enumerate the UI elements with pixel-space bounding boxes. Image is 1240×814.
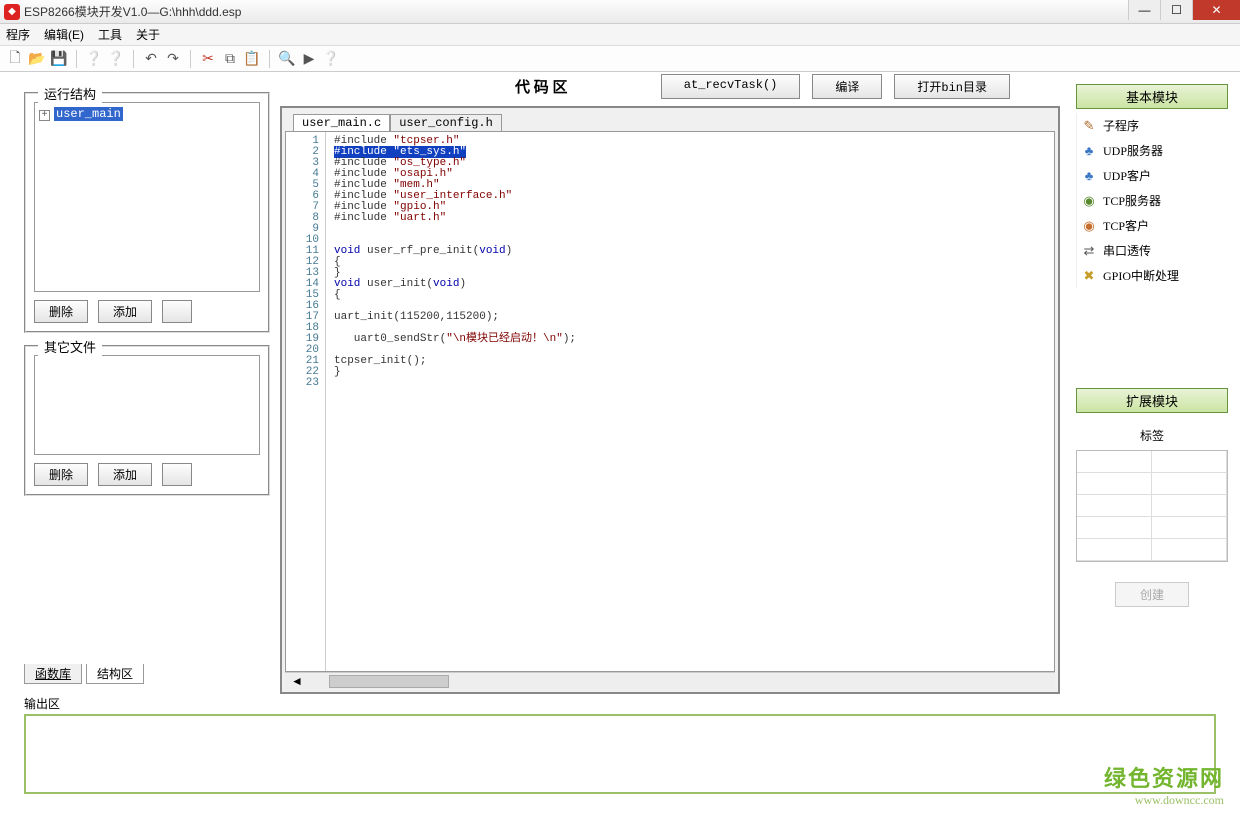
tab-user-config-h[interactable]: user_config.h bbox=[390, 114, 502, 131]
maximize-button[interactable]: ☐ bbox=[1160, 0, 1192, 20]
title-bar: ◆ ESP8266模块开发V1.0—G:\hhh\ddd.esp — ☐ ✕ bbox=[0, 0, 1240, 24]
delete-file-button[interactable]: 删除 bbox=[34, 463, 88, 486]
code-area-title: 代 码 区 bbox=[515, 76, 568, 97]
tags-label: 标签 bbox=[1076, 427, 1228, 444]
run-icon[interactable]: ▶ bbox=[300, 50, 318, 68]
minimize-button[interactable]: — bbox=[1128, 0, 1160, 20]
separator bbox=[133, 50, 134, 68]
module-item-3[interactable]: ◉ TCP服务器 bbox=[1077, 188, 1228, 213]
line-gutter: 1234567891011121314151617181920212223 bbox=[286, 132, 326, 671]
output-label: 输出区 bbox=[24, 695, 1216, 712]
module-label: 子程序 bbox=[1103, 117, 1139, 134]
watermark: 绿色资源网 www.downcc.com bbox=[1104, 761, 1224, 808]
create-button[interactable]: 创建 bbox=[1115, 582, 1189, 607]
separator bbox=[76, 50, 77, 68]
window-title: ESP8266模块开发V1.0—G:\hhh\ddd.esp bbox=[24, 3, 241, 20]
module-icon: ♣ bbox=[1081, 168, 1097, 184]
basic-modules-header: 基本模块 bbox=[1076, 84, 1228, 109]
center-panel: 代 码 区 at_recvTask() 编译 打开bin目录 user_main… bbox=[280, 72, 1070, 694]
new-file-icon[interactable]: 🗋 bbox=[6, 50, 24, 68]
horizontal-scrollbar[interactable]: ◄ bbox=[285, 672, 1055, 689]
module-item-4[interactable]: ◉ TCP客户 bbox=[1077, 213, 1228, 238]
compile-button[interactable]: 编译 bbox=[812, 74, 882, 99]
save-icon[interactable]: 💾 bbox=[50, 50, 68, 68]
ext-modules-header: 扩展模块 bbox=[1076, 388, 1228, 413]
output-area: 输出区 bbox=[24, 695, 1216, 794]
undo-icon[interactable]: ↶ bbox=[142, 50, 160, 68]
blank-button-1[interactable] bbox=[162, 300, 192, 323]
left-tab-bar: 函数库 结构区 bbox=[24, 650, 270, 684]
module-item-5[interactable]: ⇄ 串口透传 bbox=[1077, 238, 1228, 263]
find-icon[interactable]: 🔍 bbox=[278, 50, 296, 68]
module-label: TCP服务器 bbox=[1103, 192, 1161, 209]
code-body[interactable]: #include "tcpser.h" #include "ets_sys.h"… bbox=[326, 132, 1054, 671]
code-editor[interactable]: 1234567891011121314151617181920212223 #i… bbox=[285, 131, 1055, 672]
tags-table[interactable] bbox=[1076, 450, 1228, 562]
basic-modules-list: ✎ 子程序 ♣ UDP服务器 ♣ UDP客户 ◉ TCP服务器 ◉ TCP客户 ⇄ 串口透传 ✖ GPIO… bbox=[1076, 113, 1228, 288]
structure-tree[interactable]: + user_main bbox=[34, 102, 260, 292]
module-icon: ◉ bbox=[1081, 193, 1097, 209]
blank-button-2[interactable] bbox=[162, 463, 192, 486]
menu-program[interactable]: 程序 bbox=[6, 26, 30, 43]
module-icon: ◉ bbox=[1081, 218, 1097, 234]
output-box[interactable] bbox=[24, 714, 1216, 794]
separator bbox=[190, 50, 191, 68]
help3-icon[interactable]: ❔ bbox=[322, 50, 340, 68]
cut-icon[interactable]: ✂ bbox=[199, 50, 217, 68]
module-label: GPIO中断处理 bbox=[1103, 267, 1179, 284]
recv-task-button[interactable]: at_recvTask() bbox=[661, 74, 801, 99]
module-icon: ⇄ bbox=[1081, 243, 1097, 259]
menu-edit[interactable]: 编辑(E) bbox=[44, 26, 84, 43]
module-icon: ♣ bbox=[1081, 143, 1097, 159]
module-label: UDP服务器 bbox=[1103, 142, 1163, 159]
right-panel: 基本模块 ✎ 子程序 ♣ UDP服务器 ♣ UDP客户 ◉ TCP服务器 ◉ TCP客户 ⇄ 串口透传… bbox=[1070, 72, 1240, 694]
tab-funclib[interactable]: 函数库 bbox=[24, 664, 82, 684]
editor-frame: user_main.c user_config.h 12345678910111… bbox=[280, 106, 1060, 694]
delete-structure-button[interactable]: 删除 bbox=[34, 300, 88, 323]
open-bin-button[interactable]: 打开bin目录 bbox=[894, 74, 1010, 99]
run-structure-title: 运行结构 bbox=[38, 84, 102, 103]
module-item-2[interactable]: ♣ UDP客户 bbox=[1077, 163, 1228, 188]
add-structure-button[interactable]: 添加 bbox=[98, 300, 152, 323]
module-item-1[interactable]: ♣ UDP服务器 bbox=[1077, 138, 1228, 163]
open-file-icon[interactable]: 📂 bbox=[28, 50, 46, 68]
redo-icon[interactable]: ↷ bbox=[164, 50, 182, 68]
other-files-list[interactable] bbox=[34, 355, 260, 455]
module-icon: ✖ bbox=[1081, 268, 1097, 284]
help1-icon[interactable]: ❔ bbox=[85, 50, 103, 68]
module-label: 串口透传 bbox=[1103, 242, 1151, 259]
toolbar: 🗋 📂 💾 ❔ ❔ ↶ ↷ ✂ ⧉ 📋 🔍 ▶ ❔ bbox=[0, 46, 1240, 72]
app-icon: ◆ bbox=[4, 4, 20, 20]
menu-tools[interactable]: 工具 bbox=[98, 26, 122, 43]
tab-struct[interactable]: 结构区 bbox=[86, 664, 144, 684]
tree-item-user-main[interactable]: user_main bbox=[54, 107, 123, 121]
left-panel: 运行结构 + user_main 删除 添加 其它文件 删除 添加 函数库 结构区 bbox=[0, 72, 280, 694]
run-structure-panel: 运行结构 +user_main 删除 添加 bbox=[24, 92, 270, 333]
paste-icon[interactable]: 📋 bbox=[243, 50, 261, 68]
tree-expand-icon[interactable]: + bbox=[39, 110, 50, 121]
help2-icon[interactable]: ❔ bbox=[107, 50, 125, 68]
copy-icon[interactable]: ⧉ bbox=[221, 50, 239, 68]
other-files-title: 其它文件 bbox=[38, 337, 102, 356]
close-button[interactable]: ✕ bbox=[1192, 0, 1240, 20]
module-label: UDP客户 bbox=[1103, 167, 1151, 184]
add-file-button[interactable]: 添加 bbox=[98, 463, 152, 486]
separator bbox=[269, 50, 270, 68]
module-item-0[interactable]: ✎ 子程序 bbox=[1077, 113, 1228, 138]
module-label: TCP客户 bbox=[1103, 217, 1149, 234]
menu-about[interactable]: 关于 bbox=[136, 26, 160, 43]
module-item-6[interactable]: ✖ GPIO中断处理 bbox=[1077, 263, 1228, 288]
file-tabs: user_main.c user_config.h bbox=[285, 111, 1055, 131]
other-files-panel: 其它文件 删除 添加 bbox=[24, 345, 270, 496]
tab-user-main-c[interactable]: user_main.c bbox=[293, 114, 390, 131]
module-icon: ✎ bbox=[1081, 118, 1097, 134]
menu-bar: 程序 编辑(E) 工具 关于 bbox=[0, 24, 1240, 46]
